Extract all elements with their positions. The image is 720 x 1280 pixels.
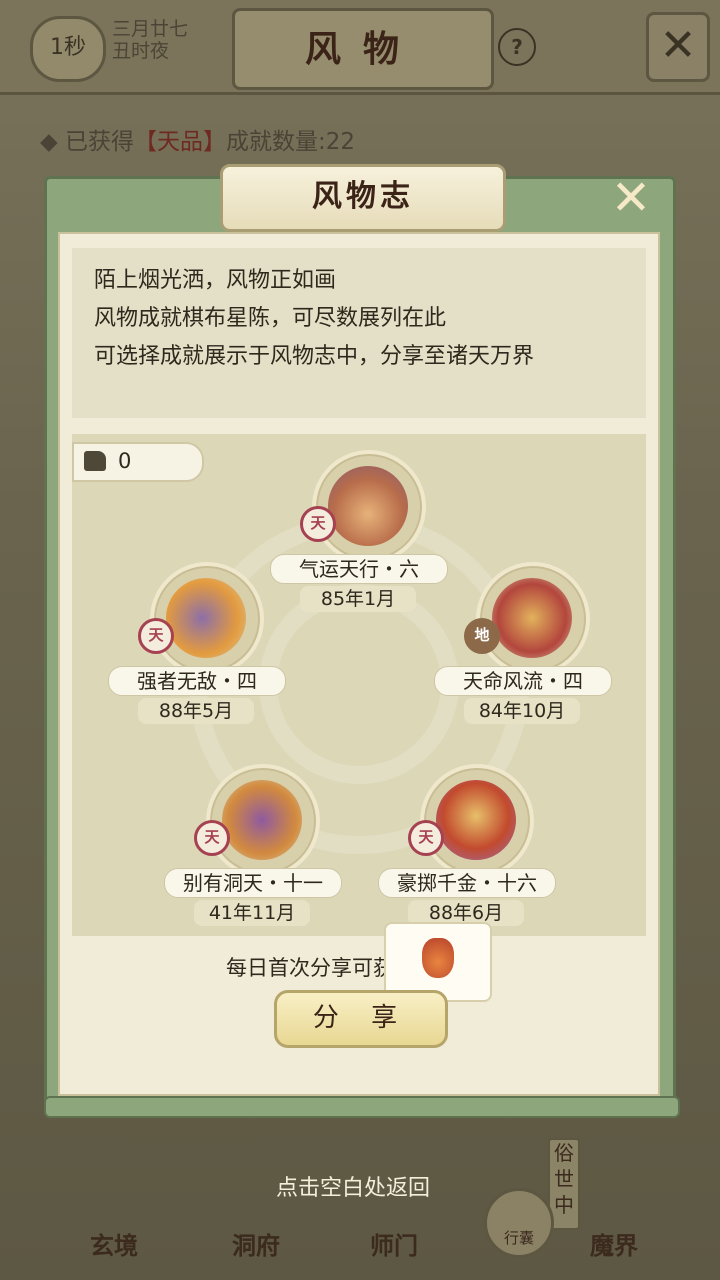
- description-line: 陌上烟光洒，风物正如画: [94, 268, 337, 293]
- modal-title: 风物志: [220, 164, 506, 232]
- achievement-date: 88年5月: [138, 698, 254, 724]
- achievement-count: ◆ 已获得【天品】成就数量:22: [40, 122, 355, 156]
- description-line: 可选择成就展示于风物志中，分享至诸天万界: [94, 344, 535, 369]
- grade-badge: 天: [300, 506, 336, 542]
- share-button[interactable]: 分 享: [274, 990, 448, 1048]
- pack-label: 行囊: [503, 1229, 534, 1247]
- thumbs-up-icon: [84, 451, 106, 471]
- nav-dongfu[interactable]: 洞府: [232, 1226, 280, 1261]
- close-icon: ✕: [659, 20, 697, 71]
- achievement-name: 别有洞天・十一: [164, 868, 342, 898]
- reward-bag-icon: [422, 938, 454, 978]
- achievement-name: 气运天行・六: [270, 554, 448, 584]
- likes-counter[interactable]: 0: [72, 442, 204, 482]
- grade-badge: 天: [194, 820, 230, 856]
- nav-xuanjing[interactable]: 玄境: [90, 1226, 138, 1261]
- description-box: 陌上烟光洒，风物正如画 风物成就棋布星陈，可尽数展列在此 可选择成就展示于风物志…: [72, 248, 646, 418]
- achievement-item[interactable]: 天 别有洞天・十一 41年11月: [164, 764, 344, 934]
- grade-badge: 地: [464, 618, 500, 654]
- achievement-name: 豪掷千金・十六: [378, 868, 556, 898]
- flaming-sword-icon: [166, 578, 246, 658]
- grade-badge: 天: [138, 618, 174, 654]
- page-title: 风物: [232, 8, 494, 90]
- achievement-date: 84年10月: [464, 698, 580, 724]
- fengwu-modal: 风物志 ✕ 陌上烟光洒，风物正如画 风物成就棋布星陈，可尽数展列在此 可选择成就…: [44, 164, 680, 1118]
- help-button[interactable]: ?: [498, 28, 536, 66]
- close-main-button[interactable]: ✕: [646, 12, 710, 82]
- achievement-item[interactable]: 天 豪掷千金・十六 88年6月: [378, 764, 558, 934]
- timer-badge: 1秒: [30, 16, 106, 82]
- achievement-item[interactable]: 天 气运天行・六 85年1月: [270, 450, 450, 620]
- achievement-item[interactable]: 天 强者无敌・四 88年5月: [108, 562, 288, 732]
- achv-suffix: 成就数量:22: [226, 129, 356, 155]
- qilin-deer-icon: [492, 578, 572, 658]
- achievement-name: 强者无敌・四: [108, 666, 286, 696]
- top-bar: 1秒 三月廿七 丑时夜 风物 ? ✕: [0, 0, 720, 95]
- nav-pack-button[interactable]: 行囊: [484, 1188, 554, 1258]
- game-date: 三月廿七 丑时夜: [112, 18, 188, 62]
- fortune-bag-icon: [328, 466, 408, 546]
- achievement-date: 41年11月: [194, 900, 310, 926]
- achievement-item[interactable]: 地 天命风流・四 84年10月: [434, 562, 614, 732]
- modal-bottom-rail: [44, 1096, 680, 1118]
- bottom-nav: 玄境 洞府 师门 魔界: [0, 1196, 720, 1280]
- achv-tag: 【天品】: [134, 129, 226, 155]
- grade-badge: 天: [408, 820, 444, 856]
- achievement-name: 天命风流・四: [434, 666, 612, 696]
- description-line: 风物成就棋布星陈，可尽数展列在此: [94, 306, 447, 331]
- date-line-2: 丑时夜: [112, 40, 170, 62]
- dragon-head-icon: [222, 780, 302, 860]
- pavilion-gold-icon: [436, 780, 516, 860]
- achievement-showcase: 0 天 气运天行・六 85年1月 天 强者无敌・四 88年5月 地 天命风流・四…: [72, 434, 646, 936]
- likes-count: 0: [118, 449, 132, 473]
- date-line-1: 三月廿七: [112, 18, 189, 40]
- close-icon: ✕: [610, 170, 652, 226]
- diamond-icon: ◆: [40, 129, 65, 155]
- nav-mojie[interactable]: 魔界: [590, 1226, 638, 1261]
- modal-close-button[interactable]: ✕: [606, 174, 656, 224]
- achievement-date: 85年1月: [300, 586, 416, 612]
- nav-shimen[interactable]: 师门: [370, 1226, 418, 1261]
- achv-prefix: 已获得: [65, 129, 134, 155]
